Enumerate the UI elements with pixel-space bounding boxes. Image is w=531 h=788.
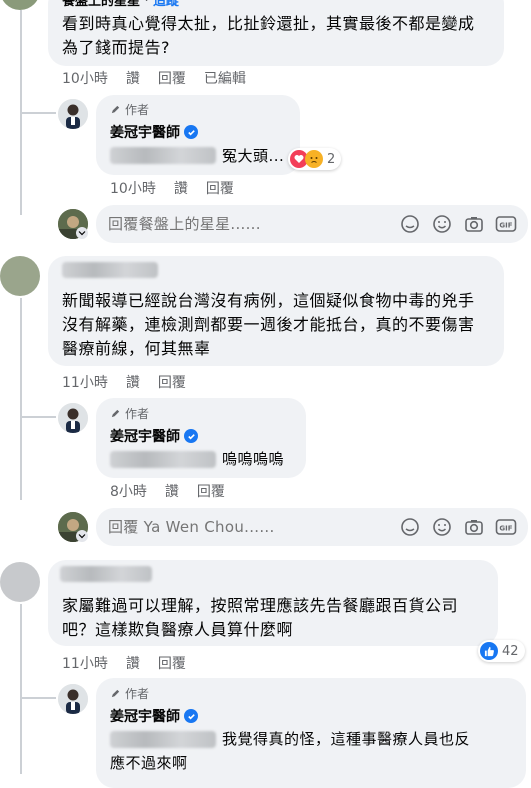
like-count: 42 — [502, 643, 519, 659]
comment-time[interactable]: 11小時 — [62, 372, 108, 392]
verified-badge-icon — [184, 709, 198, 723]
commenter-avatar[interactable] — [0, 562, 40, 602]
author-tag: 作者 — [110, 101, 149, 118]
pen-icon — [111, 105, 120, 114]
like-button[interactable]: 讚 — [126, 68, 140, 88]
comment-author-partial[interactable]: 餐盤上的星星 · 追蹤 — [62, 0, 179, 9]
gif-icon[interactable]: GIF — [494, 515, 518, 539]
commenter-avatar[interactable] — [0, 0, 40, 10]
comment-time[interactable]: 10小時 — [62, 68, 108, 88]
sad-reaction-icon — [305, 150, 323, 168]
emoji-icon[interactable] — [430, 515, 454, 539]
reply-text-continued: 應不過來啊 — [110, 754, 188, 772]
comment-actions: 11小時 讚 回覆 — [62, 372, 186, 392]
comment-author-name[interactable] — [60, 566, 152, 582]
reply-text: 冤大頭... — [222, 147, 285, 165]
reply-text: 嗚嗚嗚嗚 — [222, 450, 285, 468]
reply-button[interactable]: 回覆 — [158, 372, 186, 392]
thread-connector-line — [20, 604, 22, 774]
reaction-count: 2 — [327, 151, 336, 167]
follow-link[interactable]: 追蹤 — [153, 0, 179, 9]
reply-button[interactable]: 回覆 — [206, 178, 234, 198]
edited-label: 已編輯 — [203, 71, 246, 87]
reply-button[interactable]: 回覆 — [158, 653, 186, 673]
comment-actions: 11小時 讚 回覆 — [62, 653, 186, 673]
reply-time[interactable]: 10小時 — [110, 178, 156, 198]
reactions-summary[interactable]: 2 — [288, 148, 342, 170]
reply-composer: GIF — [96, 205, 528, 243]
author-name[interactable]: 姜冠宇醫師 — [110, 706, 198, 726]
like-button[interactable]: 讚 — [126, 653, 140, 673]
reply-time[interactable]: 8小時 — [110, 481, 147, 501]
thread-connector-line — [20, 416, 56, 418]
like-button[interactable]: 讚 — [165, 481, 179, 501]
author-name[interactable]: 姜冠宇醫師 — [110, 122, 198, 142]
reply-text: 我覺得真的怪，這種事醫療人員也反 — [222, 730, 471, 748]
verified-badge-icon — [184, 125, 198, 139]
verified-badge-icon — [184, 429, 198, 443]
like-button[interactable]: 讚 — [126, 372, 140, 392]
chevron-down-icon[interactable] — [76, 227, 88, 239]
mentioned-user-tag[interactable] — [110, 147, 216, 164]
author-avatar[interactable] — [58, 99, 88, 129]
svg-text:GIF: GIF — [499, 525, 512, 533]
like-button[interactable]: 讚 — [174, 178, 188, 198]
reply-input[interactable] — [96, 214, 398, 234]
comment-text: 看到時真心覺得太扯，比扯鈴還扯，其實最後不都是變成 為了錢而提告? — [62, 14, 475, 57]
mentioned-user-tag[interactable] — [110, 731, 216, 748]
avatar-sticker-icon[interactable] — [398, 515, 422, 539]
svg-text:GIF: GIF — [499, 222, 512, 230]
author-tag: 作者 — [110, 405, 149, 422]
comment-author-name[interactable] — [62, 262, 158, 278]
pen-icon — [111, 689, 120, 698]
reply-button[interactable]: 回覆 — [197, 481, 225, 501]
comment-author-name[interactable]: 餐盤上的星星 — [62, 0, 140, 9]
gif-icon[interactable]: GIF — [494, 212, 518, 236]
like-count-badge[interactable]: 42 — [478, 640, 525, 662]
avatar-sticker-icon[interactable] — [398, 212, 422, 236]
camera-icon[interactable] — [462, 515, 486, 539]
author-tag: 作者 — [110, 685, 149, 702]
thread-connector-line — [20, 112, 56, 114]
comment-text: 新聞報導已經說台灣沒有病例，這個疑似食物中毒的兇手 沒有解藥，連檢測劑都要一週後… — [62, 291, 475, 358]
reply-button[interactable]: 回覆 — [158, 68, 186, 88]
author-name[interactable]: 姜冠宇醫師 — [110, 426, 198, 446]
emoji-icon[interactable] — [430, 212, 454, 236]
author-avatar[interactable] — [58, 684, 88, 714]
reply-actions: 10小時 讚 回覆 — [110, 178, 234, 198]
mentioned-user-tag[interactable] — [110, 451, 216, 468]
thread-connector-line — [20, 697, 56, 699]
reply-actions: 8小時 讚 回覆 — [110, 481, 225, 501]
camera-icon[interactable] — [462, 212, 486, 236]
chevron-down-icon[interactable] — [76, 530, 88, 542]
comment-time[interactable]: 11小時 — [62, 653, 108, 673]
author-avatar[interactable] — [58, 403, 88, 433]
like-reaction-icon — [480, 642, 498, 660]
comment-text: 家屬難過可以理解，按照常理應該先告餐廳跟百貨公司 吧？這樣欺負醫療人員算什麼啊 — [62, 596, 459, 639]
thread-connector-line — [20, 298, 22, 500]
reply-composer: GIF — [96, 508, 528, 546]
commenter-avatar[interactable] — [0, 256, 40, 296]
pen-icon — [111, 409, 120, 418]
comment-actions: 10小時 讚 回覆 已編輯 — [62, 68, 246, 88]
reply-input[interactable] — [96, 517, 398, 537]
